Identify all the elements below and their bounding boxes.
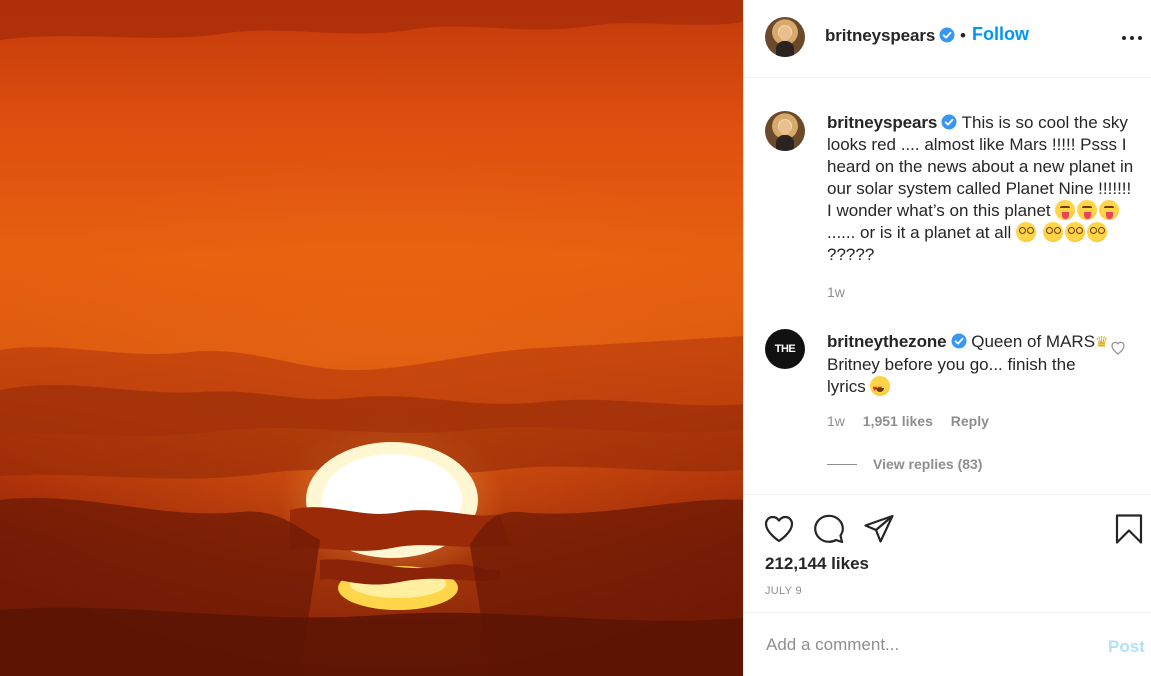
more-options-icon[interactable]: [1120, 26, 1144, 50]
verified-badge-icon: [939, 27, 955, 43]
post-comment-button[interactable]: Post: [1108, 637, 1145, 657]
comment-input[interactable]: [764, 631, 1088, 659]
comment-composer: Post: [744, 612, 1151, 676]
dizzy-face-emoji-icon: [1086, 222, 1107, 242]
reply-button[interactable]: Reply: [951, 413, 989, 429]
dizzy-face-emoji-icon: [1042, 222, 1063, 242]
crown-emoji-icon: ♛: [1095, 334, 1109, 351]
caption-timestamp[interactable]: 1w: [827, 284, 845, 300]
post-photo[interactable]: [0, 0, 743, 676]
caption-author-avatar[interactable]: [765, 111, 805, 151]
comment-body-1: Queen of MARS: [971, 332, 1096, 351]
replies-divider: [827, 464, 857, 465]
comment-meta: 1w 1,951 likes Reply: [827, 413, 989, 429]
follow-button[interactable]: Follow: [972, 24, 1029, 45]
view-replies-button[interactable]: View replies (83): [827, 456, 982, 472]
post-actions: 212,144 likes JULY 9: [744, 494, 1151, 612]
heart-icon[interactable]: [763, 513, 795, 545]
dizzy-face-emoji-icon: [1015, 222, 1036, 242]
paper-plane-icon[interactable]: [863, 513, 895, 545]
post-sidebar: britneyspears • Follow britneyspears Thi…: [743, 0, 1151, 676]
commenter-avatar[interactable]: THE ZONE: [765, 329, 805, 395]
comment-like-heart-icon[interactable]: [1110, 340, 1126, 356]
comment-likes[interactable]: 1,951 likes: [863, 413, 933, 429]
post-date[interactable]: JULY 9: [765, 585, 802, 597]
tongue-emoji-icon: [1077, 200, 1098, 220]
verified-badge-icon: [951, 333, 967, 349]
post-header: britneyspears • Follow: [744, 0, 1151, 78]
author-username[interactable]: britneyspears: [825, 26, 935, 45]
comment-text: britneythezone Queen of MARS♛ Britney be…: [827, 331, 1117, 400]
caption-body-3: ?????: [827, 245, 875, 264]
comment-bubble-icon[interactable]: [813, 513, 845, 545]
heart-eyes-emoji-icon: [870, 376, 891, 400]
author-avatar[interactable]: [765, 17, 805, 57]
bookmark-icon[interactable]: [1113, 513, 1145, 545]
comment-body-2: Britney before you go... finish the lyri…: [827, 355, 1076, 396]
tongue-emoji-icon: [1099, 200, 1120, 220]
caption-text: britneyspears This is so cool the sky lo…: [827, 112, 1137, 266]
comment-timestamp[interactable]: 1w: [827, 413, 845, 429]
dizzy-face-emoji-icon: [1064, 222, 1085, 242]
post-likes-count[interactable]: 212,144 likes: [765, 554, 869, 574]
caption-author-username[interactable]: britneyspears: [827, 113, 937, 132]
separator-dot: •: [960, 26, 966, 45]
caption-body-2: ...... or is it a planet at all: [827, 223, 1016, 242]
view-replies-label: View replies (83): [873, 456, 983, 472]
tongue-emoji-icon: [1055, 200, 1076, 220]
verified-badge-icon: [941, 114, 957, 130]
sunset-image: [0, 0, 743, 676]
commenter-username[interactable]: britneythezone: [827, 332, 947, 351]
